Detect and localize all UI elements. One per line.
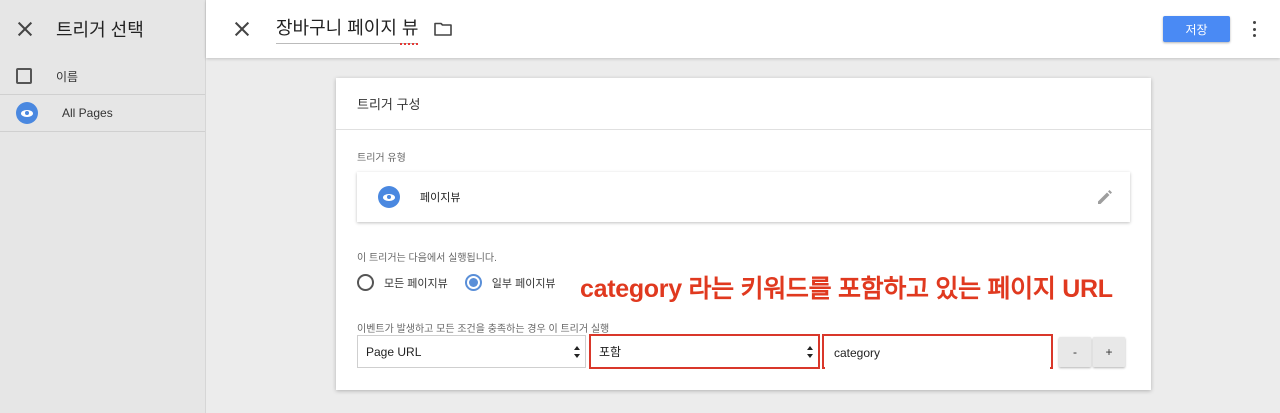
trigger-row-all-pages[interactable]: All Pages — [0, 95, 205, 132]
variable-select-value: Page URL — [366, 344, 422, 359]
trigger-select-header: 트리거 선택 — [0, 0, 205, 58]
trigger-select-title: 트리거 선택 — [56, 20, 144, 40]
condition-label: 이벤트가 발생하고 모든 조건을 충족하는 경우 이 트리거 실행 — [357, 324, 610, 335]
operator-select-value: 포함 — [599, 345, 622, 359]
folder-icon[interactable] — [434, 22, 453, 36]
card-title: 트리거 구성 — [336, 78, 1151, 130]
pageview-eye-icon — [378, 186, 400, 208]
annotation-text: category 라는 키워드를 포함하고 있는 페이지 URL — [580, 275, 1113, 303]
trigger-select-panel: 트리거 선택 이름 All Pages — [0, 0, 206, 413]
trigger-editor-panel: 장바구니 페이지 뷰 저장 트리거 구성 트리거 유형 페이지뷰 이 트리거는 … — [206, 0, 1280, 413]
editor-topbar: 장바구니 페이지 뷰 저장 — [206, 0, 1280, 58]
operator-select[interactable]: 포함 — [589, 334, 820, 369]
select-arrows-icon — [807, 346, 813, 358]
trigger-type-value: 페이지뷰 — [420, 192, 461, 204]
radio-some-pageviews[interactable]: 일부 페이지뷰 — [464, 274, 556, 291]
close-editor-icon[interactable] — [233, 20, 251, 38]
radio-all-pageviews[interactable]: 모든 페이지뷰 — [357, 274, 448, 291]
more-vert-icon[interactable] — [1250, 18, 1258, 40]
trigger-type-label: 트리거 유형 — [357, 153, 406, 164]
save-button[interactable]: 저장 — [1163, 16, 1230, 42]
list-header-row[interactable]: 이름 — [0, 58, 205, 95]
trigger-type-box[interactable]: 페이지뷰 — [357, 172, 1130, 222]
trigger-config-card: 트리거 구성 트리거 유형 페이지뷰 이 트리거는 다음에서 실행됩니다. 모든… — [336, 78, 1151, 390]
remove-condition-button[interactable]: - — [1059, 337, 1091, 367]
condition-value-field[interactable] — [822, 334, 1053, 369]
radio-some-button[interactable] — [464, 274, 482, 291]
fires-on-label: 이 트리거는 다음에서 실행됩니다. — [357, 253, 497, 264]
select-arrows-icon — [574, 346, 580, 358]
fires-on-radio-group: 모든 페이지뷰 일부 페이지뷰 — [357, 274, 573, 291]
select-all-checkbox[interactable] — [16, 68, 32, 84]
eye-icon — [16, 102, 38, 124]
add-condition-button[interactable]: + — [1093, 337, 1125, 367]
pencil-edit-icon[interactable] — [1096, 188, 1114, 206]
spellcheck-underline — [400, 42, 419, 45]
radio-all-label: 모든 페이지뷰 — [384, 277, 448, 290]
close-icon[interactable] — [16, 20, 34, 38]
radio-some-label: 일부 페이지뷰 — [491, 277, 556, 290]
trigger-name-label: All Pages — [62, 106, 113, 120]
radio-all-button[interactable] — [357, 274, 374, 291]
column-name-label: 이름 — [56, 69, 79, 84]
condition-value-input[interactable] — [825, 336, 1050, 369]
trigger-name-text: 장바구니 페이지 뷰 — [276, 18, 419, 38]
trigger-name-input[interactable]: 장바구니 페이지 뷰 — [276, 14, 419, 45]
variable-select[interactable]: Page URL — [357, 335, 586, 368]
